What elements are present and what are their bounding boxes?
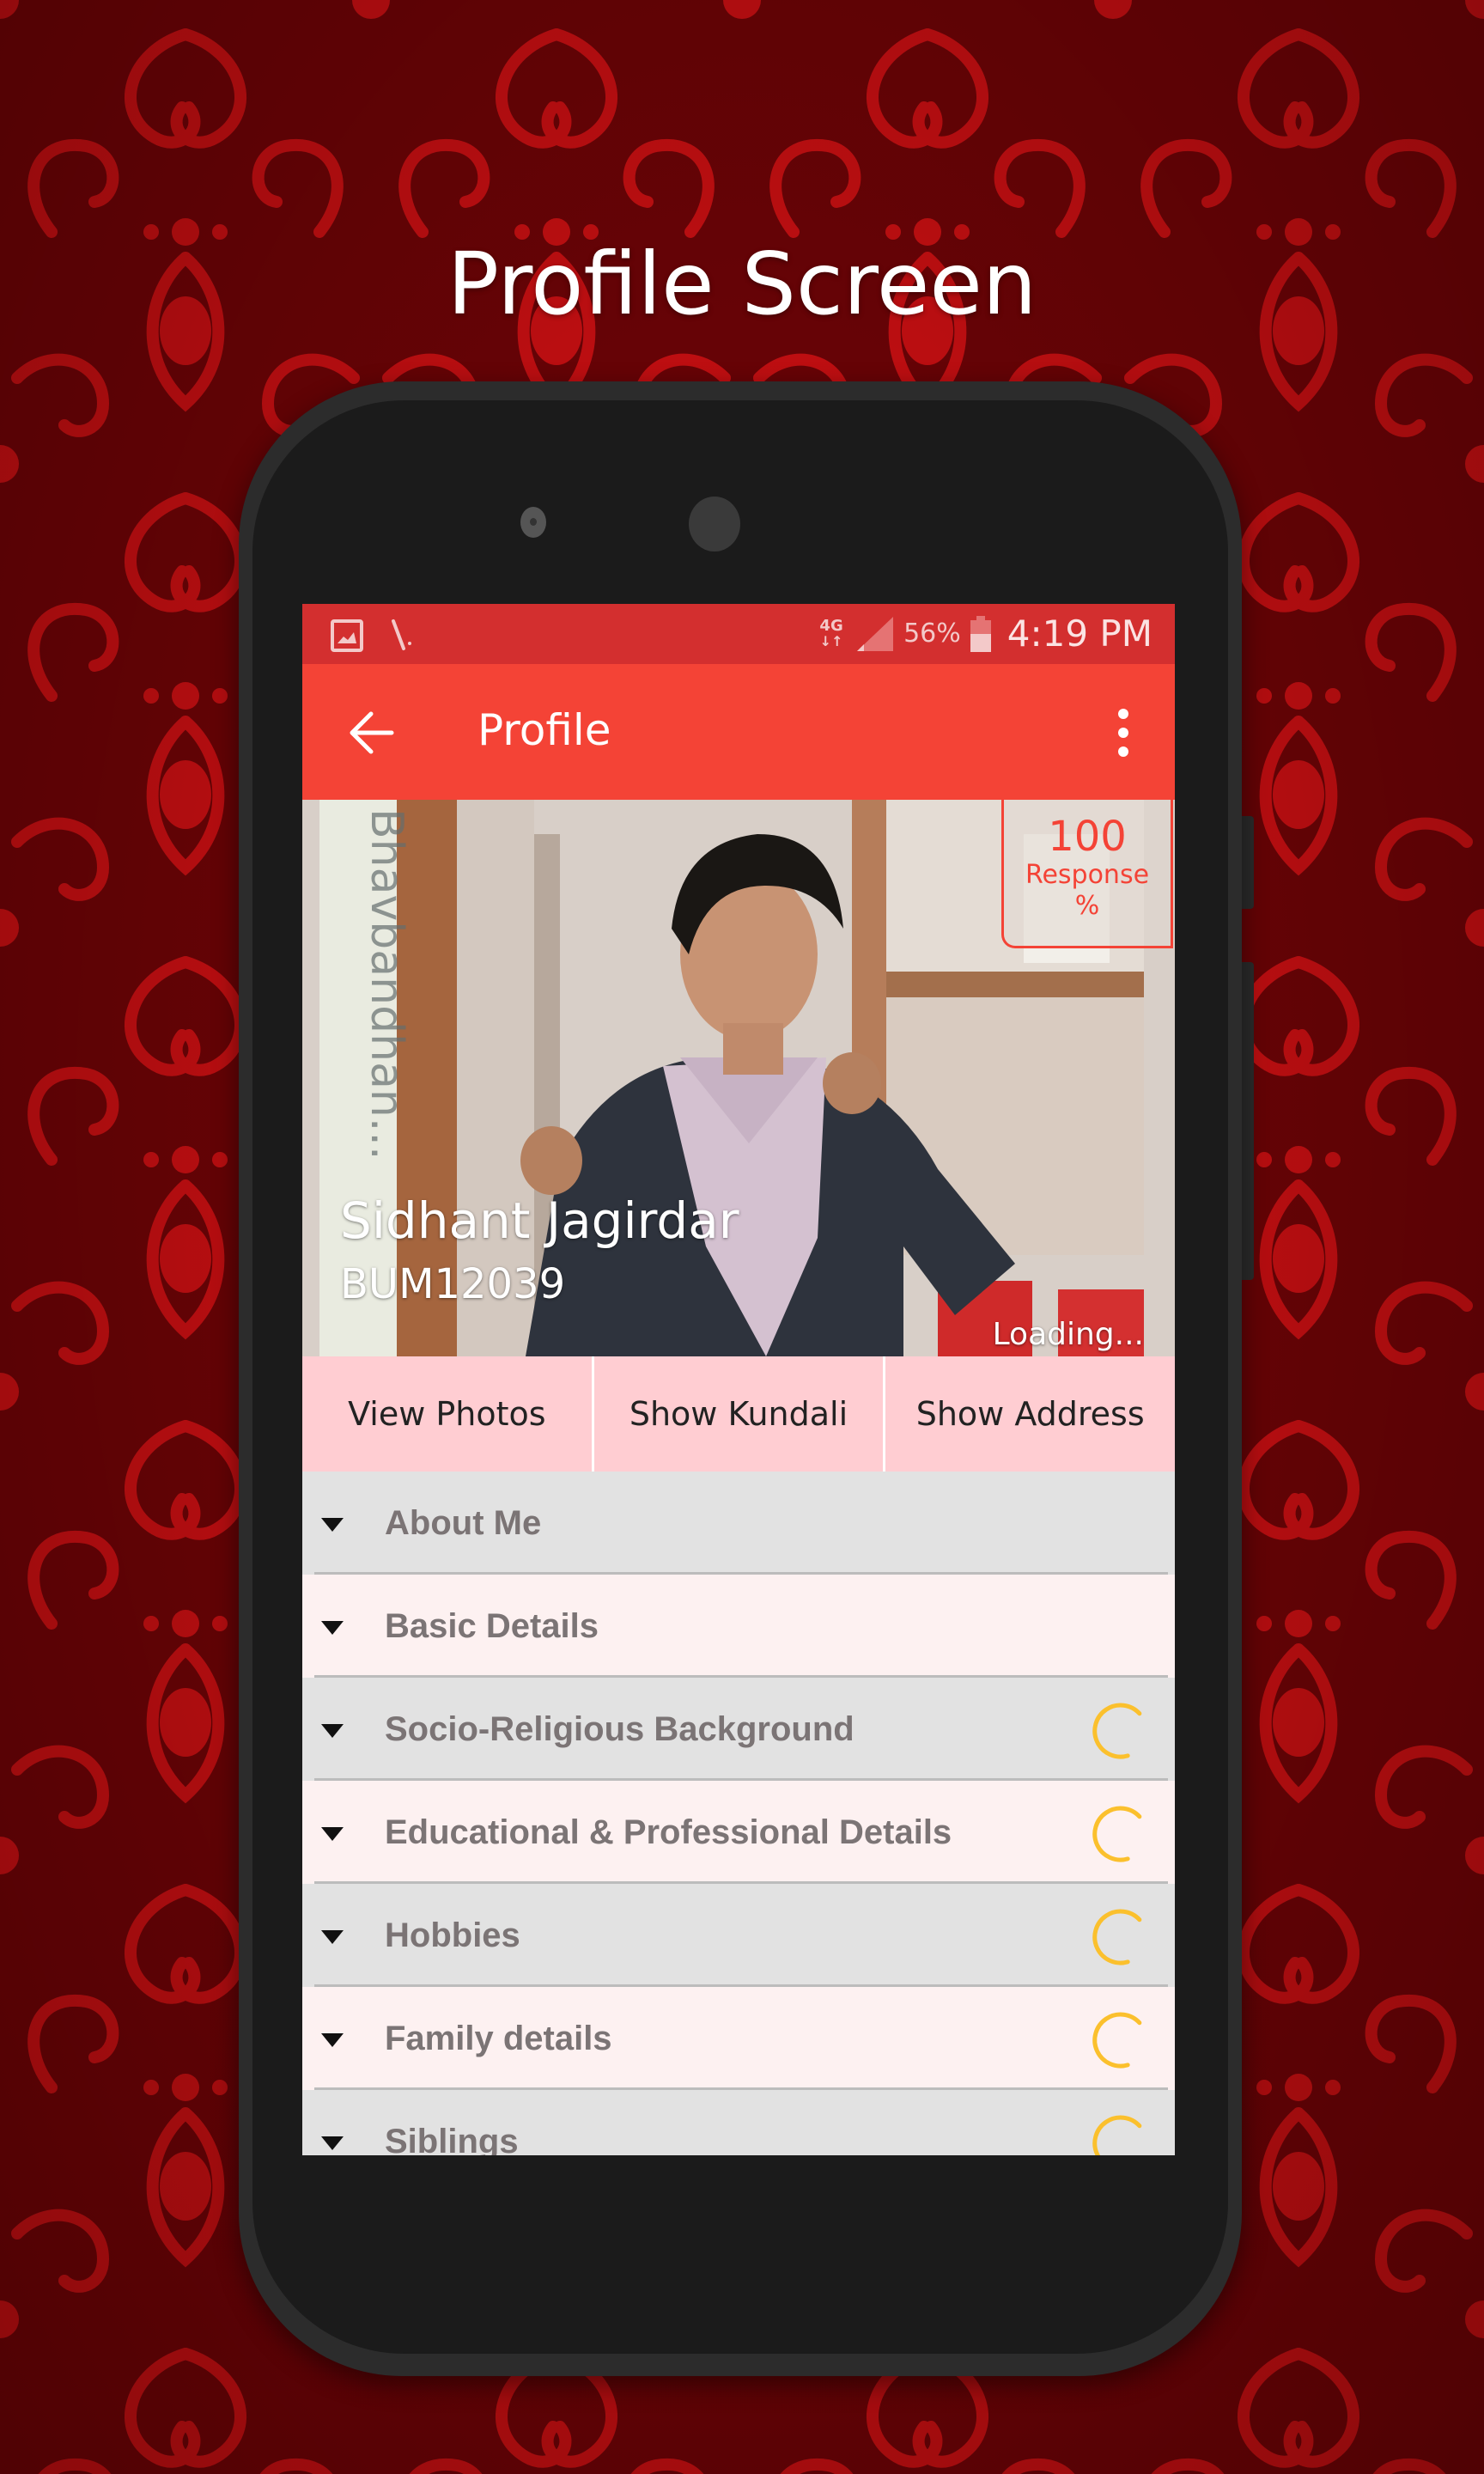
section-educational-professional-details[interactable]: Educational & Professional Details bbox=[302, 1781, 1175, 1884]
view-photos-button[interactable]: View Photos bbox=[302, 1356, 594, 1472]
battery-icon bbox=[970, 615, 991, 652]
profile-photo[interactable]: Bhavbandhan... 100 Response % Sidhant Ja… bbox=[302, 800, 1175, 1356]
section-about-me[interactable]: About Me bbox=[302, 1472, 1175, 1575]
clock: 4:19 PM bbox=[1007, 612, 1153, 655]
section-label: Siblings bbox=[385, 2123, 519, 2155]
response-badge: 100 Response % bbox=[1001, 800, 1173, 948]
section-socio-religious-background[interactable]: Socio-Religious Background bbox=[302, 1678, 1175, 1781]
battery-percent: 56% bbox=[903, 618, 961, 649]
profile-sections-accordion: About Me Basic Details Socio-Religious B… bbox=[302, 1472, 1175, 2155]
section-label: About Me bbox=[385, 1504, 542, 1542]
expand-arrow-icon bbox=[321, 2033, 344, 2047]
section-label: Educational & Professional Details bbox=[385, 1813, 952, 1851]
response-unit: % bbox=[1074, 891, 1100, 921]
more-vert-icon[interactable] bbox=[1115, 707, 1132, 759]
profile-name: Sidhant Jagirdar bbox=[340, 1191, 739, 1250]
section-siblings[interactable]: Siblings bbox=[302, 2090, 1175, 2155]
data-arrows-icon: ↓↑ bbox=[819, 632, 843, 649]
expand-arrow-icon bbox=[321, 1518, 344, 1532]
loading-spinner-icon bbox=[1092, 1909, 1142, 1965]
response-label: Response bbox=[1025, 860, 1150, 890]
section-label: Basic Details bbox=[385, 1607, 599, 1645]
gallery-icon bbox=[331, 619, 363, 652]
response-value: 100 bbox=[1048, 813, 1127, 861]
section-label: Socio-Religious Background bbox=[385, 1710, 855, 1748]
show-kundali-button[interactable]: Show Kundali bbox=[594, 1356, 886, 1472]
cell-signal-icon bbox=[857, 616, 894, 651]
expand-arrow-icon bbox=[321, 1930, 344, 1944]
arrow-left-icon[interactable] bbox=[347, 710, 395, 755]
expand-arrow-icon bbox=[321, 2136, 344, 2150]
profile-id: BUM12039 bbox=[340, 1260, 566, 1308]
app-bar: Profile bbox=[302, 664, 1175, 800]
loading-spinner-icon bbox=[1092, 1806, 1142, 1862]
section-label: Family details bbox=[385, 2020, 612, 2057]
section-basic-details[interactable]: Basic Details bbox=[302, 1575, 1175, 1678]
expand-arrow-icon bbox=[321, 1827, 344, 1841]
promo-title: Profile Screen bbox=[447, 234, 1037, 334]
expand-arrow-icon bbox=[321, 1621, 344, 1635]
status-bar: 4G ↓↑ 56% 4:19 PM bbox=[302, 604, 1175, 664]
section-family-details[interactable]: Family details bbox=[302, 1987, 1175, 2090]
phone-sensor bbox=[520, 507, 546, 538]
action-bar: View Photos Show Kundali Show Address bbox=[302, 1356, 1175, 1472]
app-bar-title: Profile bbox=[477, 705, 611, 755]
signal-tool-icon bbox=[392, 619, 411, 650]
section-hobbies[interactable]: Hobbies bbox=[302, 1884, 1175, 1987]
loading-spinner-icon bbox=[1092, 2115, 1142, 2155]
phone-screen: 4G ↓↑ 56% 4:19 PM Profile Bhavbandhan...… bbox=[302, 604, 1175, 2155]
loading-spinner-icon bbox=[1092, 2012, 1142, 2069]
expand-arrow-icon bbox=[321, 1724, 344, 1738]
section-label: Hobbies bbox=[385, 1916, 520, 1954]
show-address-button[interactable]: Show Address bbox=[885, 1356, 1175, 1472]
network-type: 4G bbox=[819, 616, 843, 635]
watermark: Bhavbandhan... bbox=[361, 808, 412, 1161]
phone-front-camera bbox=[689, 497, 740, 551]
loading-text: Loading... bbox=[992, 1317, 1144, 1352]
network-indicator: 4G ↓↑ bbox=[816, 618, 847, 649]
loading-spinner-icon bbox=[1092, 1703, 1142, 1759]
